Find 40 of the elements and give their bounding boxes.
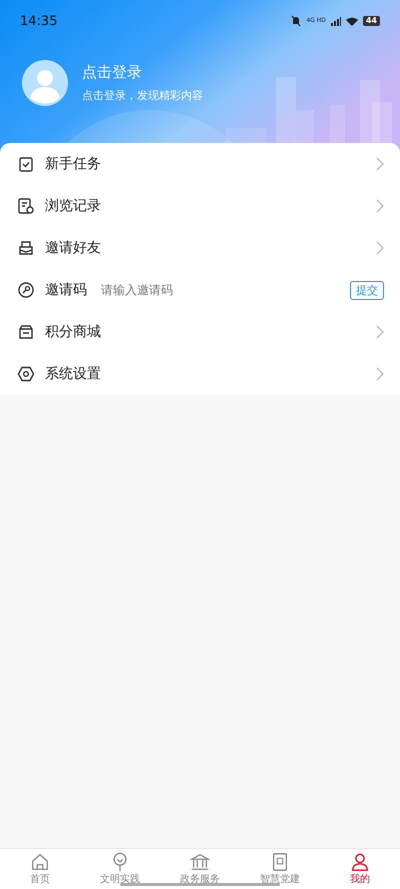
menu-icon xyxy=(17,281,35,299)
submit-button[interactable]: 提交 xyxy=(350,280,384,300)
menu-item[interactable]: 浏览记录 xyxy=(0,185,400,227)
menu-icon xyxy=(17,155,35,173)
building-icon xyxy=(190,852,210,872)
menu-label: 邀请好友 xyxy=(45,239,101,257)
book-icon xyxy=(270,852,290,872)
mute-bell-icon xyxy=(291,15,302,27)
menu-label: 新手任务 xyxy=(45,155,101,173)
menu-icon xyxy=(17,239,35,257)
menu-label: 系统设置 xyxy=(45,365,101,383)
menu-icon xyxy=(17,197,35,215)
chevron-icon xyxy=(376,199,384,213)
signal-icon xyxy=(330,16,341,26)
menu-label: 积分商城 xyxy=(45,323,101,341)
menu-label: 浏览记录 xyxy=(45,197,101,215)
person-icon xyxy=(350,852,370,872)
tab[interactable]: 我的 xyxy=(320,849,400,889)
menu-icon xyxy=(17,323,35,341)
menu-icon xyxy=(17,365,35,383)
battery-level: 44 xyxy=(362,16,380,26)
chevron-icon xyxy=(376,241,384,255)
menu-label: 邀请码 xyxy=(45,281,87,299)
tab[interactable]: 政务服务 xyxy=(160,849,240,889)
tab[interactable]: 文明实践 xyxy=(80,849,160,889)
house-icon xyxy=(30,852,50,872)
wifi-icon xyxy=(346,16,358,26)
menu-item[interactable]: 邀请好友 xyxy=(0,227,400,269)
menu-item[interactable]: 新手任务 xyxy=(0,143,400,185)
login-title[interactable]: 点击登录 xyxy=(82,63,203,82)
login-subtitle: 点击登录，发现精彩内容 xyxy=(82,88,203,103)
tab[interactable]: 首页 xyxy=(0,849,80,889)
avatar[interactable] xyxy=(22,60,68,106)
menu-item[interactable]: 积分商城 xyxy=(0,311,400,353)
chevron-icon xyxy=(376,367,384,381)
invite-code-field[interactable]: 请输入邀请码 xyxy=(101,283,340,297)
chevron-icon xyxy=(376,157,384,171)
chevron-icon xyxy=(376,325,384,339)
menu-item[interactable]: 系统设置 xyxy=(0,353,400,395)
status-time: 14:35 xyxy=(20,14,58,28)
